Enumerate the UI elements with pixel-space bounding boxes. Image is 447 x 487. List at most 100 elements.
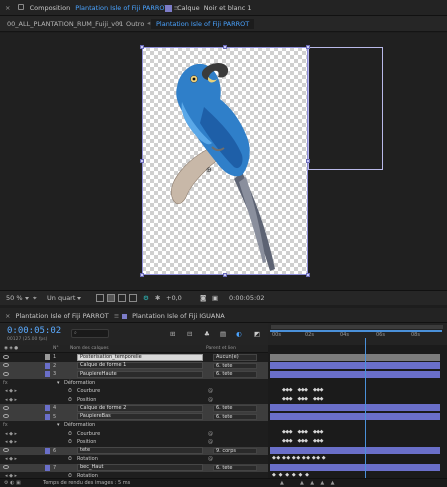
current-time-indicator[interactable]: [365, 338, 366, 478]
layer-duration-bar[interactable]: [270, 446, 440, 454]
transparency-grid-icon[interactable]: [107, 294, 115, 302]
parent-column-header[interactable]: Parent et lien: [206, 346, 236, 351]
transform-handle[interactable]: [306, 159, 310, 163]
eye-icon[interactable]: [3, 465, 9, 469]
eye-icon[interactable]: [3, 371, 9, 376]
layer-duration-bar[interactable]: [270, 362, 440, 369]
layer-bounding-box[interactable]: [308, 47, 383, 170]
label-color[interactable]: [45, 362, 50, 369]
property-row[interactable]: ◂ ◆ ▸ ⏱ Courbure @: [0, 430, 268, 439]
exposure-icon[interactable]: ✱: [155, 294, 160, 303]
keyframe-nav-icon[interactable]: ◂ ◆ ▸: [5, 397, 17, 403]
parent-dropdown[interactable]: 6. tete: [213, 405, 257, 412]
layer-row[interactable]: 5 PaupiereBas 6. tete: [0, 412, 268, 421]
mask-visibility-icon[interactable]: [118, 294, 126, 302]
transform-handle[interactable]: [306, 45, 310, 49]
layer-duration-bar[interactable]: [270, 463, 440, 471]
viewer-timecode[interactable]: 0:00:05:02: [229, 294, 265, 303]
frame-blending-icon[interactable]: ▤: [220, 330, 226, 338]
keyframes[interactable]: ◆◆◆ ◆◆◆ ◆◆◆: [282, 438, 324, 444]
layer-name[interactable]: tete: [77, 447, 203, 454]
current-time[interactable]: 0:00:05:02: [7, 326, 61, 336]
stopwatch-icon[interactable]: ⏱: [68, 388, 72, 394]
eye-icon[interactable]: [3, 354, 9, 359]
breadcrumb-item-active[interactable]: Plantation Isle of Fiji PARROT: [151, 19, 255, 29]
label-color[interactable]: [45, 371, 50, 377]
keyframes[interactable]: ◆◆◆ ◆◆◆ ◆◆◆: [282, 429, 324, 435]
expression-icon[interactable]: @: [208, 388, 213, 394]
stopwatch-icon[interactable]: ⏱: [68, 431, 72, 437]
zoom-dropdown[interactable]: 50 %: [6, 294, 29, 303]
color-channel-icon[interactable]: ⚙: [143, 294, 149, 303]
property-group-row[interactable]: fx ▾ Déformation: [0, 421, 268, 430]
transform-handle[interactable]: [140, 159, 144, 163]
zoom-out-icon[interactable]: ▲: [280, 480, 284, 486]
keyframe-nav-icon[interactable]: ◂ ◆ ▸: [5, 439, 17, 445]
layer-row[interactable]: 1 Posterisation_temporelle Aucun(e): [0, 353, 268, 362]
property-row[interactable]: ◂ ◆ ▸ ⏱ Position @: [0, 438, 268, 447]
layer-row[interactable]: 2 Calque de forme 1 6. tete: [0, 361, 268, 370]
label-color[interactable]: [45, 413, 50, 420]
comp-flowchart-icon[interactable]: ⊞: [170, 330, 175, 338]
label-color[interactable]: [45, 354, 50, 360]
camera-icon[interactable]: ◙: [200, 294, 206, 303]
work-area-bar[interactable]: [271, 325, 443, 329]
transform-handle[interactable]: [306, 273, 310, 277]
property-row[interactable]: ◂ ◆ ▸ ⏱ Rotation @: [0, 455, 268, 464]
draft-3d-icon[interactable]: ⊟: [187, 330, 192, 338]
keyframes[interactable]: ◆ ◆ ◆ ◆ ◆ ◆ ◆ ◆ ◆ ◆ ◆: [272, 455, 326, 461]
layer-name[interactable]: bec_Haut: [77, 464, 203, 471]
layer-duration-bar[interactable]: [270, 370, 440, 378]
timeline-tab-active[interactable]: × Plantation Isle of Fiji PARROT ≡: [5, 311, 119, 321]
eye-icon[interactable]: [3, 405, 9, 410]
transform-handle[interactable]: [140, 45, 144, 49]
transform-handle[interactable]: [140, 273, 144, 277]
transform-handle[interactable]: [223, 273, 227, 277]
expand-arrow-icon[interactable]: ▾: [57, 380, 60, 386]
layer-duration-bar[interactable]: [270, 404, 440, 411]
breadcrumb-item[interactable]: Outro: [121, 19, 149, 29]
timeline-tab[interactable]: Plantation Isle of Fiji IGUANA: [122, 311, 225, 321]
color-swatch-icon[interactable]: ▣: [212, 294, 218, 303]
close-icon[interactable]: ×: [5, 312, 10, 320]
layer-row[interactable]: 7 bec_Haut 6. tete: [0, 463, 268, 472]
expression-icon[interactable]: @: [208, 456, 213, 462]
composition-tab[interactable]: × Composition Plantation Isle of Fiji PA…: [5, 3, 179, 14]
exposure-value[interactable]: +0,0: [166, 294, 182, 303]
layer-duration-bar[interactable]: [270, 412, 440, 420]
keyframes[interactable]: ◆◆◆ ◆◆◆ ◆◆◆: [282, 387, 324, 393]
motion-blur-icon[interactable]: ◐: [236, 330, 242, 338]
layer-name[interactable]: Calque de forme 1: [77, 362, 203, 369]
parent-dropdown[interactable]: 6. tete: [213, 464, 257, 471]
snapshot-icon[interactable]: ⌖: [33, 294, 37, 303]
close-icon[interactable]: ×: [5, 4, 10, 12]
zoom-slider-icon[interactable]: ▲ ▲ ▲ ▲: [300, 480, 334, 486]
parent-dropdown[interactable]: Aucun(e): [213, 354, 257, 361]
label-color[interactable]: [45, 405, 50, 411]
composition-viewer[interactable]: ⊕: [0, 33, 447, 290]
parent-dropdown[interactable]: 9. corps: [213, 447, 257, 454]
layer-duration-bar[interactable]: [270, 353, 440, 361]
resolution-dropdown[interactable]: Un quart: [47, 294, 82, 303]
property-row[interactable]: ◂ ◆ ▸ ⏱ Position @: [0, 396, 268, 405]
transform-handle[interactable]: [223, 45, 227, 49]
number-column-header[interactable]: N°: [53, 346, 59, 351]
anchor-point-icon[interactable]: ⊕: [206, 166, 212, 174]
keyframe-nav-icon[interactable]: ◂ ◆ ▸: [5, 388, 17, 394]
layer-name[interactable]: Calque de forme 2: [77, 404, 203, 412]
layer-row[interactable]: 4 Calque de forme 2 6. tete: [0, 404, 268, 413]
toggle-switches-icon[interactable]: ⚙ ◐ ▣: [4, 480, 21, 486]
eye-icon[interactable]: [3, 414, 9, 418]
stopwatch-icon[interactable]: ⏱: [68, 397, 72, 403]
keyframe-nav-icon[interactable]: ◂ ◆ ▸: [5, 431, 17, 437]
layer-name[interactable]: PaupiereBas: [77, 413, 203, 420]
grid-guides-icon[interactable]: [129, 294, 137, 302]
expression-icon[interactable]: @: [208, 439, 213, 445]
time-ruler[interactable]: 00s 02s 04s 06s 08s: [268, 323, 447, 345]
layer-row[interactable]: 6 tete 9. corps: [0, 446, 268, 455]
parent-dropdown[interactable]: 6. tete: [213, 371, 257, 378]
layer-tab[interactable]: Calque Noir et blanc 1: [165, 3, 252, 14]
layer-name[interactable]: Posterisation_temporelle: [77, 353, 203, 361]
breadcrumb-item[interactable]: 00_ALL_PLANTATION_RUM_Fuiji_v01: [2, 19, 128, 29]
region-of-interest-icon[interactable]: [96, 294, 104, 302]
